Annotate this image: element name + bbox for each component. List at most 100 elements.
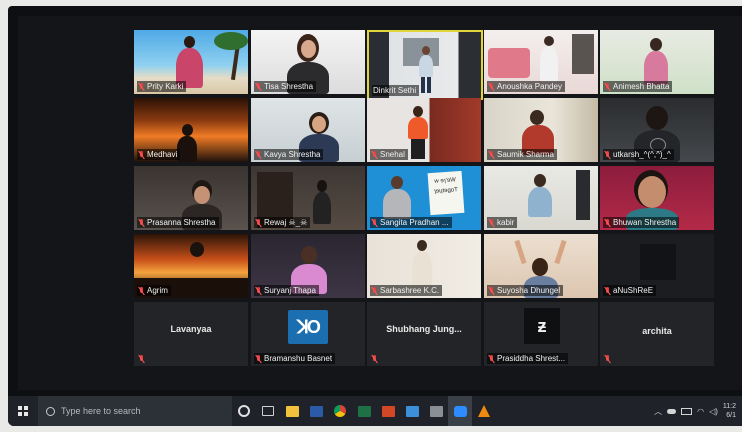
system-tray: ︿ ◠ ◁) 11:2 6/1 xyxy=(654,402,742,420)
muted-mic-icon xyxy=(255,82,262,91)
participant-name-label: Anoushka Pandey xyxy=(487,81,565,92)
clock-date: 6/1 xyxy=(726,412,736,419)
volume-icon[interactable]: ◁) xyxy=(709,407,718,416)
participant-name-label: Kavya Shrestha xyxy=(254,149,324,160)
participant-name-label: Prasiddha Shrest... xyxy=(487,353,569,364)
clock[interactable]: 11:2 6/1 xyxy=(723,402,736,420)
participant-name-label: Prasanna Shrestha xyxy=(137,217,219,228)
task-view-icon[interactable] xyxy=(256,396,280,426)
video-tile[interactable]: ƶ Prasiddha Shrest... xyxy=(484,302,598,366)
camera-icon[interactable] xyxy=(424,396,448,426)
windows-taskbar: Type here to search ︿ ◠ ◁) 11:2 6/1 xyxy=(8,396,742,426)
video-tile[interactable]: aNuShReE xyxy=(600,234,714,298)
video-tile[interactable]: Tisa Shrestha xyxy=(251,30,365,94)
video-tile[interactable]: Anoushka Pandey xyxy=(484,30,598,94)
muted-mic-icon xyxy=(604,286,611,295)
participant-name-label: Agrim xyxy=(137,285,171,296)
excel-icon[interactable] xyxy=(352,396,376,426)
participant-name-label: Suyosha Dhungel xyxy=(487,285,564,296)
muted-mic-icon xyxy=(604,82,611,91)
video-tile[interactable]: Suyosha Dhungel xyxy=(484,234,598,298)
logo-icon: ƶ xyxy=(537,315,547,336)
video-off-tile[interactable]: archita xyxy=(600,302,714,366)
muted-mic-icon xyxy=(138,355,145,363)
video-tile[interactable]: Kavya Shrestha xyxy=(251,98,365,162)
wifi-icon[interactable]: ◠ xyxy=(697,407,704,416)
video-tile[interactable]: Medhavi xyxy=(134,98,248,162)
video-tile[interactable]: Suryanj Thapa xyxy=(251,234,365,298)
word-icon[interactable] xyxy=(304,396,328,426)
participant-name-label: Animesh Bhatta xyxy=(603,81,673,92)
video-tile[interactable]: Snehal xyxy=(367,98,481,162)
start-button[interactable] xyxy=(8,396,38,426)
battery-icon[interactable] xyxy=(681,407,693,415)
video-tile[interactable]: Saumik Sharma xyxy=(484,98,598,162)
participant-name-center: archita xyxy=(642,326,672,336)
zoom-gallery-view: Prity Karki Tisa Shrestha Dinkrit Sethi xyxy=(18,16,742,390)
video-tile[interactable]: Sarbashree K.C. xyxy=(367,234,481,298)
muted-mic-icon xyxy=(371,286,378,295)
participant-name-label: Rewaj ☠_☠ xyxy=(254,217,311,228)
chevron-up-icon[interactable]: ︿ xyxy=(654,406,662,417)
participant-name-label: Dinkrit Sethi xyxy=(372,85,420,96)
video-tile[interactable]: kabir xyxy=(484,166,598,230)
video-tile[interactable]: Prasanna Shrestha xyxy=(134,166,248,230)
file-explorer-icon[interactable] xyxy=(280,396,304,426)
participant-name-label: Suryanj Thapa xyxy=(254,285,319,296)
video-tile[interactable]: Rewaj ☠_☠ xyxy=(251,166,365,230)
video-tile[interactable]: Prity Karki xyxy=(134,30,248,94)
muted-mic-icon xyxy=(604,150,611,159)
muted-mic-icon xyxy=(604,355,611,363)
muted-mic-icon xyxy=(138,286,145,295)
powerpoint-icon[interactable] xyxy=(376,396,400,426)
cloud-icon[interactable] xyxy=(667,408,677,414)
active-speaker-tile[interactable]: Dinkrit Sethi xyxy=(367,30,483,100)
participant-name-label: Bramanshu Basnet xyxy=(254,353,336,364)
cortana-icon[interactable] xyxy=(232,396,256,426)
participant-name-label: Sarbashree K.C. xyxy=(370,285,443,296)
windows-logo-icon xyxy=(18,406,28,416)
participant-name-label: Prity Karki xyxy=(137,81,187,92)
muted-mic-icon xyxy=(488,82,495,91)
chrome-icon[interactable] xyxy=(328,396,352,426)
zoom-icon[interactable] xyxy=(448,396,472,426)
video-tile[interactable]: ꓘO Bramanshu Basnet xyxy=(251,302,365,366)
video-tile[interactable]: Agrim xyxy=(134,234,248,298)
video-tile[interactable]: Animesh Bhatta xyxy=(600,30,714,94)
muted-mic-icon xyxy=(255,150,262,159)
muted-mic-icon xyxy=(255,354,262,363)
participant-name-label: utkarsh_^(^,^)_^ xyxy=(603,149,674,160)
participant-name-center: Shubhang Jung... xyxy=(386,324,462,334)
video-tile[interactable]: utkarsh_^(^,^)_^ xyxy=(600,98,714,162)
muted-mic-icon xyxy=(488,286,495,295)
avatar: ꓘO xyxy=(288,310,328,344)
muted-mic-icon xyxy=(138,218,145,227)
video-off-tile[interactable]: Shubhang Jung... xyxy=(367,302,481,366)
participant-name-label: Sangita Pradhan ... xyxy=(370,217,452,228)
muted-mic-icon xyxy=(488,218,495,227)
muted-mic-icon xyxy=(138,82,145,91)
participant-name-label: kabir xyxy=(487,217,518,228)
video-tile[interactable]: Bhuwan Shrestha xyxy=(600,166,714,230)
muted-mic-icon xyxy=(488,354,495,363)
muted-mic-icon xyxy=(371,355,378,363)
search-placeholder: Type here to search xyxy=(61,406,141,416)
whiteboard-text-line: ɿɘɥtɘgoT xyxy=(433,187,459,195)
photos-icon[interactable] xyxy=(400,396,424,426)
participant-name-label: aNuShReE xyxy=(603,285,657,296)
logo-icon: ꓘO xyxy=(297,316,321,337)
vlc-icon[interactable] xyxy=(472,396,496,426)
taskbar-search-box[interactable]: Type here to search xyxy=(38,396,232,426)
participant-name-label: Tisa Shrestha xyxy=(254,81,317,92)
participant-name-label: Saumik Sharma xyxy=(487,149,557,160)
participant-name-center: Lavanyaa xyxy=(170,324,212,334)
muted-mic-icon xyxy=(371,218,378,227)
search-icon xyxy=(46,406,55,416)
avatar: ƶ xyxy=(524,308,560,344)
clock-time: 11:2 xyxy=(722,403,736,410)
video-off-tile[interactable]: Lavanyaa xyxy=(134,302,248,366)
video-tile[interactable]: w ɘɿ'ɘW ɿɘɥtɘgoT Sangita Pradhan ... xyxy=(367,166,481,230)
muted-mic-icon xyxy=(138,150,145,159)
muted-mic-icon xyxy=(255,286,262,295)
participant-name-label: Medhavi xyxy=(137,149,181,160)
